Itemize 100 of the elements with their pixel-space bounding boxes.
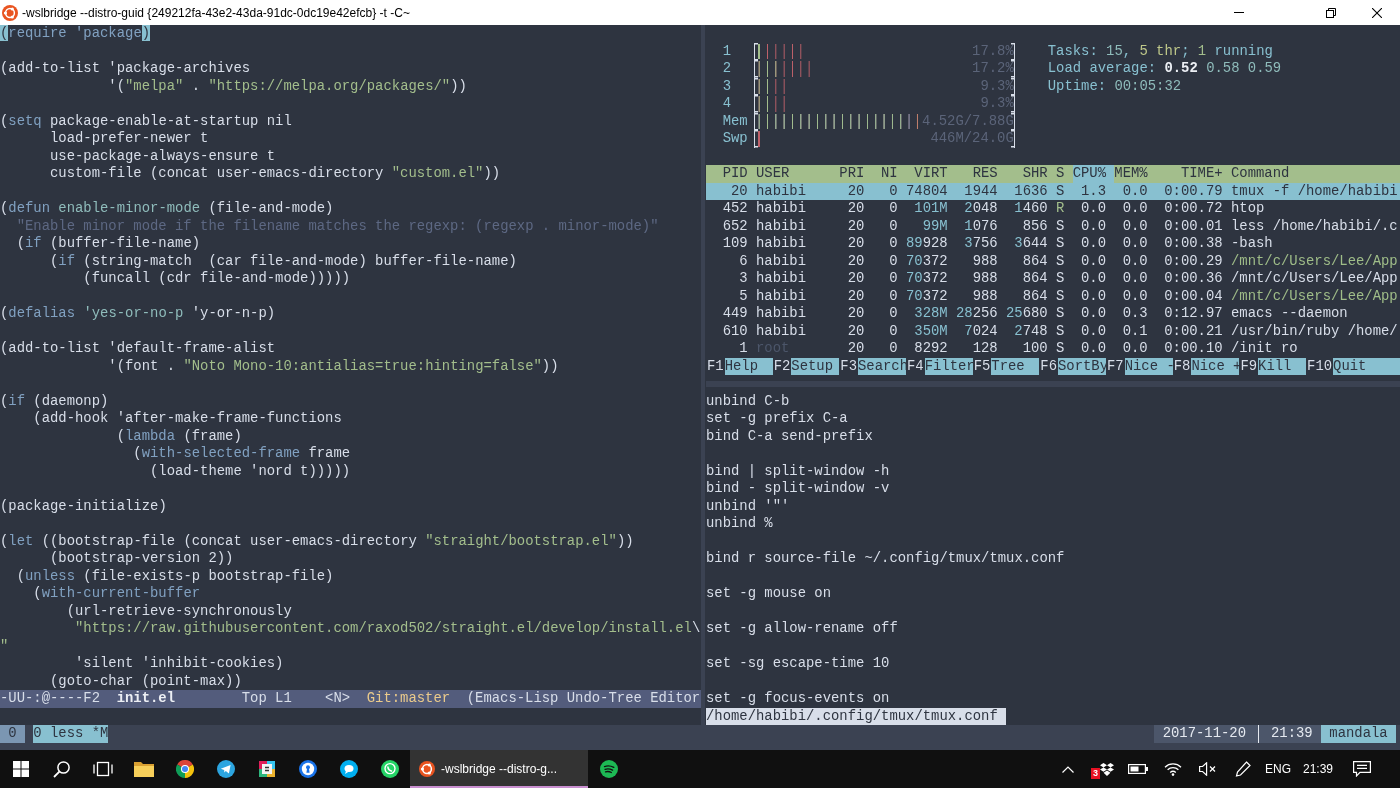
config-line: unbind '"' [706, 497, 790, 515]
process-row[interactable]: 452 habibi 20 0 101M 2048 1460 R 0.0 0.0 0:00.72 htop [706, 200, 1400, 218]
task-view-icon [92, 761, 113, 777]
meter-label: 1 [722, 42, 731, 59]
taskbar-window-button[interactable]: -wslbridge --distro-g... [410, 750, 588, 788]
table-cell: S [1056, 340, 1065, 356]
table-cell: 0 [889, 252, 898, 269]
table-cell: 1.3 [1080, 182, 1106, 199]
meter-reading: 9.3% [980, 95, 1014, 113]
column-header[interactable]: RES [972, 165, 998, 183]
key-hint: F7 [1107, 357, 1124, 375]
table-cell: S [1056, 305, 1065, 321]
process-row[interactable]: 5 habibi 20 0 70372 988 864 S 0.0 0.0 0:00.04 /mnt/c/Users/Lee/App [706, 287, 1400, 305]
keyhole-circle-icon [298, 760, 317, 778]
table-cell: less /home/habibi/.c [1230, 217, 1398, 234]
column-header[interactable]: VIRT [914, 165, 948, 183]
stats-line: Tasks: 15, 5 thr; 1 running [1047, 42, 1273, 60]
table-cell: 20 [847, 200, 865, 216]
column-header[interactable]: NI [881, 165, 898, 183]
paper-plane-icon [216, 760, 235, 778]
code-line: (require 'package) [0, 25, 151, 43]
restore-icon [1326, 7, 1336, 18]
table-cell: 864 [1022, 287, 1048, 304]
key-hint: F1 [707, 357, 724, 375]
input-language-button[interactable]: ENG [1260, 750, 1296, 788]
pinwheel-circle-icon [175, 760, 194, 778]
column-header[interactable]: PRI [839, 165, 865, 183]
code-line: (if (daemonp) [0, 392, 109, 410]
table-cell: 350M [914, 322, 948, 339]
code-line: '(font . "Noto Mono-10:antialias=true:hinting=false")) [108, 357, 559, 375]
column-header[interactable]: S [1056, 165, 1065, 183]
function-button[interactable]: Kill [1258, 357, 1307, 375]
table-cell: 0.0 [1080, 235, 1106, 251]
table-cell: 0 [889, 200, 898, 216]
function-button[interactable]: Nice - [1124, 357, 1173, 375]
table-cell: 988 [972, 287, 998, 304]
sync-tray-button[interactable]: 3 [1085, 750, 1120, 788]
code-line: custom-file (concat user-emacs-directory "custom.el")) [50, 165, 501, 183]
function-button[interactable]: Setup [791, 357, 840, 375]
table-cell: S [1056, 270, 1065, 286]
column-header[interactable]: MEM% [1114, 165, 1148, 183]
config-line: bind r source-file ~/.config/tmux/tmux.conf [706, 550, 1065, 568]
table-cell: 20 [847, 340, 865, 356]
code-line: (package-initialize) [0, 497, 167, 515]
table-cell: 3756 [964, 235, 998, 251]
table-cell: emacs --daemon [1230, 305, 1348, 321]
table-cell: 0.0 [1080, 340, 1106, 356]
search-icon [53, 760, 70, 778]
notification-icon [1353, 761, 1371, 777]
column-header[interactable]: TIME+ [1180, 165, 1223, 183]
table-cell: 0:00.04 [1164, 287, 1223, 304]
column-header[interactable]: Command [1230, 165, 1290, 183]
status-time: 21:39 [1270, 725, 1313, 743]
table-cell: 610 [722, 322, 748, 339]
config-line: unbind % [706, 515, 773, 533]
table-cell: 89928 [906, 235, 948, 251]
table-cell: S [1056, 182, 1065, 199]
key-hint: F6 [1040, 357, 1058, 375]
table-cell: S [1056, 217, 1065, 234]
table-cell: 0:00.79 [1164, 182, 1223, 199]
column-header[interactable]: SHR [1022, 165, 1048, 183]
table-cell: 1 [739, 340, 748, 356]
function-button[interactable]: Filter [924, 357, 973, 375]
column-header[interactable]: USER [756, 165, 790, 183]
process-row[interactable]: 652 habibi 20 0 99M 1076 856 S 0.0 0.0 0:00.01 less /home/habibi/.c [706, 217, 1400, 235]
process-row[interactable]: 3 habibi 20 0 70372 988 864 S 0.0 0.0 0:00.36 /mnt/c/Users/Lee/App [706, 270, 1400, 288]
table-cell: /mnt/c/Users/Lee/App [1230, 252, 1398, 269]
notification-badge: 3 [1091, 768, 1100, 779]
function-button[interactable]: Quit [1333, 357, 1400, 375]
code-line: (lambda (frame) [116, 427, 242, 445]
table-cell: 2748 [1014, 322, 1048, 339]
quad-tile-icon [258, 761, 275, 777]
table-cell: 101M [914, 200, 948, 216]
column-header[interactable]: PID [722, 165, 748, 183]
process-row[interactable]: 610 habibi 20 0 350M 7024 2748 S 0.0 0.1 0:00.21 /usr/bin/ruby /home/ [706, 322, 1400, 340]
process-row[interactable]: 6 habibi 20 0 70372 988 864 S 0.0 0.0 0:00.29 /mnt/c/Users/Lee/App [706, 252, 1400, 270]
function-button[interactable]: Tree [991, 357, 1040, 375]
table-cell: 864 [1022, 270, 1048, 286]
process-row[interactable]: 109 habibi 20 0 89928 3756 3644 S 0.0 0.0 0:00.38 -bash [706, 235, 1400, 253]
taskbar-clock[interactable]: 21:39 [1296, 750, 1340, 788]
editor-state: <N> [325, 690, 351, 706]
config-line: set -g allow-rename off [706, 620, 898, 638]
table-cell: tmux -f /home/habibi [1230, 182, 1398, 199]
table-cell: 0 [889, 340, 898, 356]
session-index: 0 [0, 725, 25, 743]
window-title: -wslbridge --distro-guid {249212fa-43e2-43da-91dc-0dc19e42efcb} -t -C~ [22, 5, 410, 20]
column-header[interactable]: CPU% [1072, 165, 1115, 183]
table-cell: R [1056, 200, 1065, 216]
pen-icon [1234, 761, 1251, 777]
function-button[interactable]: SortBy [1058, 357, 1107, 375]
buffer-name: init.el [116, 690, 176, 706]
process-row[interactable]: 449 habibi 20 0 328M 28256 25680 S 0.0 0.3 0:12.97 emacs --daemon [706, 305, 1400, 323]
window-tab[interactable]: 0 less *M [33, 725, 109, 743]
table-cell: 128 [972, 340, 998, 356]
ring-with-dots-icon [419, 761, 435, 777]
table-cell: 1460 [1014, 200, 1048, 216]
function-button[interactable]: Help [724, 357, 773, 375]
table-cell: htop [1230, 200, 1265, 216]
table-cell: habibi [756, 270, 806, 286]
key-hint: F2 [773, 357, 791, 375]
